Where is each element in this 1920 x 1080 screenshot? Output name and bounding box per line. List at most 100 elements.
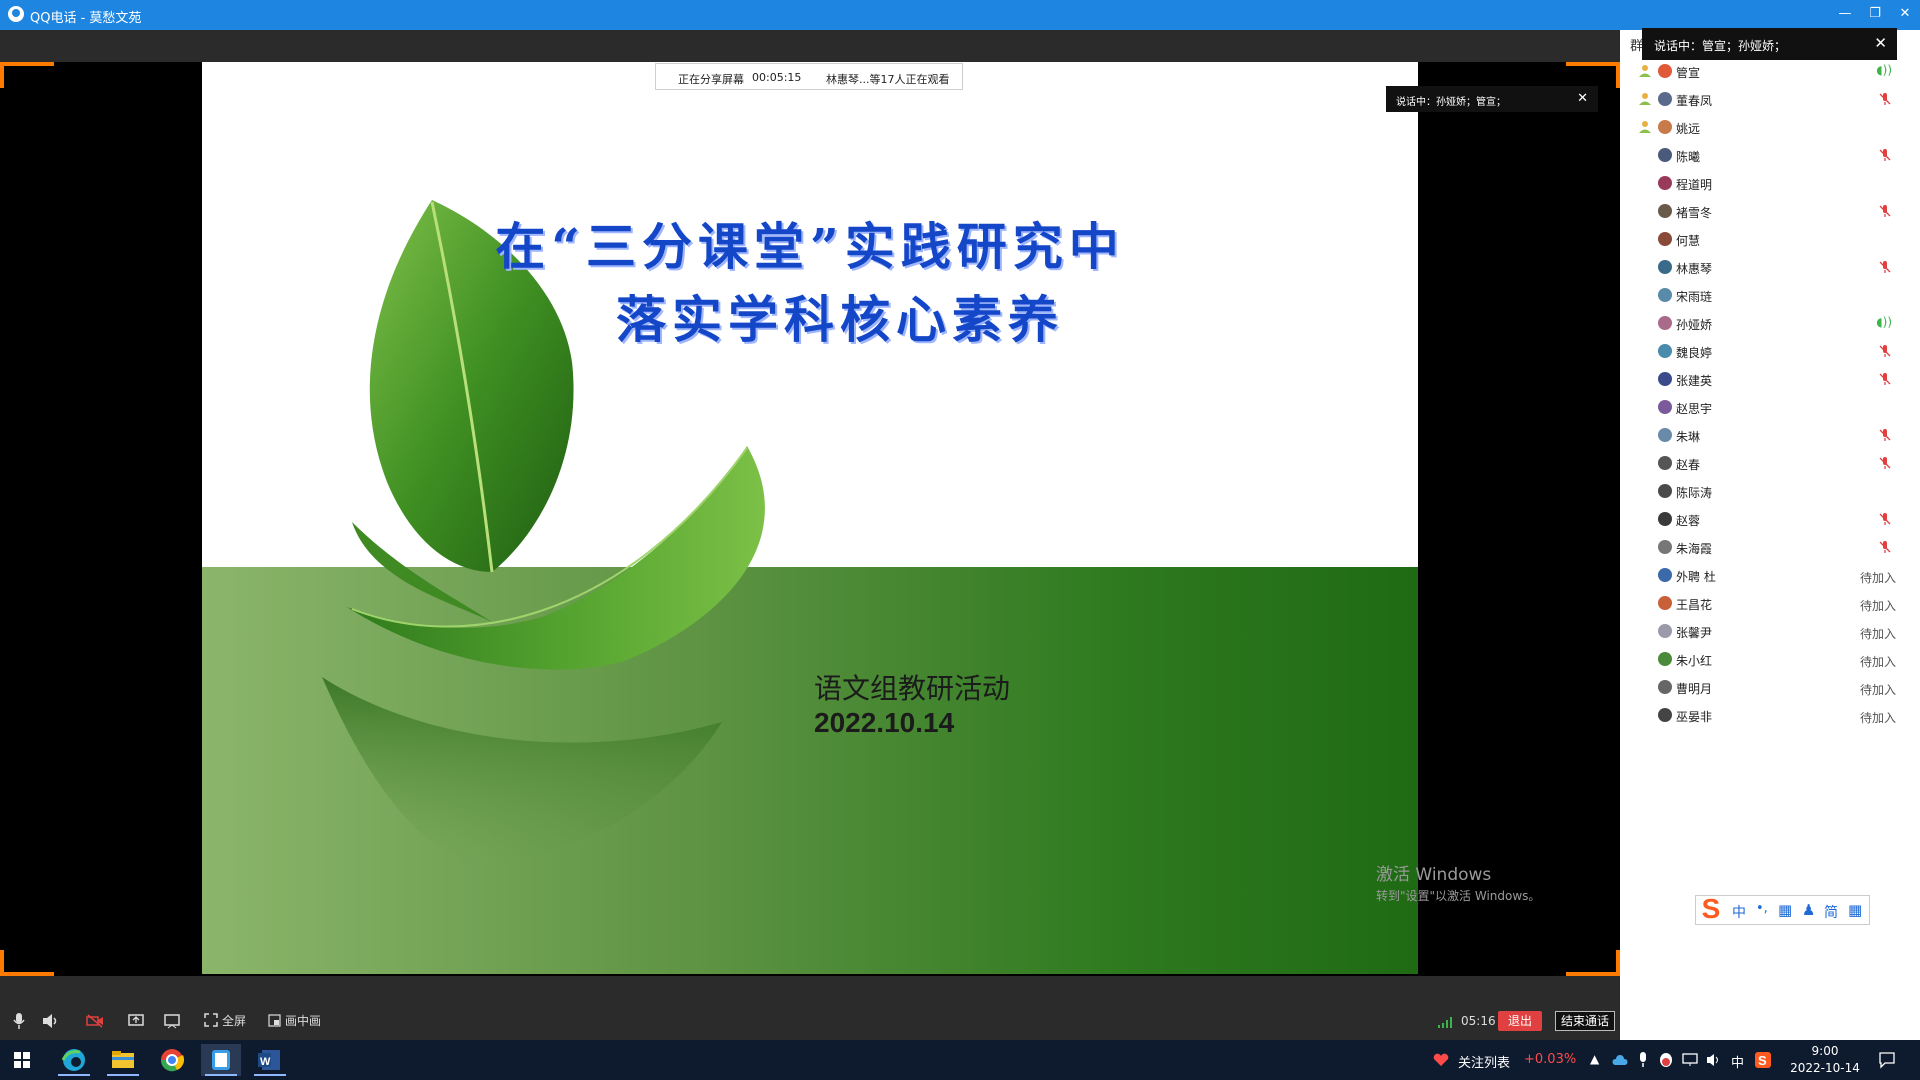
ime-skin-icon[interactable]: ♟: [1802, 901, 1815, 919]
member-row[interactable]: 陈际涛: [1620, 479, 1920, 505]
member-avatar: [1658, 540, 1672, 554]
ime-toolbar[interactable]: S 中 •, ▦ ♟ 简 ▦: [1695, 893, 1870, 925]
member-row[interactable]: 朱海霞: [1620, 535, 1920, 561]
member-row[interactable]: 朱琳: [1620, 423, 1920, 449]
member-row[interactable]: 巫晏非 待加入: [1620, 703, 1920, 729]
speaker-icon[interactable]: [42, 1013, 58, 1029]
exit-button[interactable]: 退出: [1498, 1011, 1543, 1031]
taskbar-word[interactable]: W: [250, 1044, 290, 1076]
member-avatar: [1658, 400, 1672, 414]
picture-in-picture-icon[interactable]: [268, 1014, 281, 1027]
member-row[interactable]: 程道明: [1620, 171, 1920, 197]
member-pending-status: 待加入: [1859, 655, 1896, 669]
speaking-tip-text: 说话中：管宣；孙娅娇；: [1654, 39, 1787, 53]
volume-icon[interactable]: [1706, 1053, 1722, 1067]
slide-subtitle: 语文组教研活动: [814, 672, 1011, 705]
member-row[interactable]: 董春凤: [1620, 87, 1920, 113]
windows-start-icon[interactable]: [14, 1052, 30, 1068]
member-row[interactable]: 魏良婷: [1620, 339, 1920, 365]
member-row[interactable]: 赵春: [1620, 451, 1920, 477]
member-avatar: [1658, 204, 1672, 218]
member-name: 管宣: [1676, 66, 1701, 80]
member-row[interactable]: 王昌花 待加入: [1620, 591, 1920, 617]
member-name: 王昌花: [1676, 598, 1713, 612]
end-call-button[interactable]: 结束通话: [1555, 1011, 1616, 1031]
ime-chinese-mode[interactable]: 中: [1732, 902, 1746, 922]
svg-text:W: W: [260, 1056, 271, 1068]
close-button[interactable]: ✕: [1894, 4, 1916, 24]
clock-date[interactable]: 2022-10-14: [1780, 1061, 1870, 1075]
member-avatar: [1658, 316, 1672, 330]
member-row[interactable]: 赵蓉: [1620, 507, 1920, 533]
member-name: 朱小红: [1676, 654, 1713, 668]
member-row[interactable]: 宋雨琏: [1620, 283, 1920, 309]
camera-off-icon[interactable]: [86, 1014, 104, 1028]
member-row[interactable]: 朱小红 待加入: [1620, 647, 1920, 673]
minimize-button[interactable]: —: [1834, 4, 1856, 24]
member-name: 宋雨琏: [1676, 290, 1713, 304]
tray-expand-icon[interactable]: ▲: [1590, 1052, 1599, 1066]
slide-title-line2: 落实学科核心素养: [616, 290, 1064, 349]
whiteboard-icon[interactable]: [164, 1013, 180, 1029]
member-avatar: [1658, 428, 1672, 442]
member-row[interactable]: 孙娅娇 ◖)): [1620, 311, 1920, 337]
sogou-tray-icon[interactable]: S: [1754, 1051, 1772, 1069]
member-avatar: [1658, 568, 1672, 582]
speaking-tip-close-icon[interactable]: ✕: [1874, 34, 1887, 52]
member-row[interactable]: 何慧: [1620, 227, 1920, 253]
fullscreen-label[interactable]: 全屏: [222, 1012, 246, 1030]
member-name: 外聘 杜: [1676, 570, 1716, 584]
member-row[interactable]: 姚远: [1620, 115, 1920, 141]
member-row[interactable]: 张馨尹 待加入: [1620, 619, 1920, 645]
clock-time[interactable]: 9:00: [1780, 1044, 1870, 1058]
tray-microphone-icon[interactable]: [1637, 1051, 1649, 1068]
speaking-popup: 说话中：孙娅娇；管宣； ✕: [1386, 86, 1598, 112]
member-row[interactable]: 陈曦: [1620, 143, 1920, 169]
stock-watchlist-label[interactable]: 关注列表: [1458, 1052, 1510, 1071]
mic-muted-icon: [1879, 93, 1891, 105]
qq-penguin-icon[interactable]: [1658, 1051, 1674, 1068]
mic-muted-icon: [1879, 261, 1891, 273]
taskbar-qq-call[interactable]: [201, 1044, 241, 1076]
top-toolbar-strip: [0, 30, 1620, 62]
tray-ime-mode[interactable]: 中: [1731, 1052, 1744, 1071]
onedrive-cloud-icon[interactable]: [1612, 1054, 1628, 1066]
ime-punctuation-icon[interactable]: •,: [1756, 901, 1768, 916]
sogou-logo-icon[interactable]: S: [1696, 893, 1726, 925]
windows-taskbar: W 关注列表 +0.03% ▲ 中 S 9:00 2022-10-14: [0, 1040, 1920, 1080]
screen-share-status: 正在分享屏幕 00:05:15 林惠琴...等17人正在观看: [655, 63, 963, 90]
member-row[interactable]: 管宣 ◖)): [1620, 59, 1920, 85]
taskbar-edge[interactable]: [54, 1044, 94, 1076]
member-avatar: [1658, 120, 1672, 134]
ime-keyboard-icon[interactable]: ▦: [1778, 901, 1792, 919]
member-avatar: [1658, 596, 1672, 610]
restore-button[interactable]: ❐: [1864, 4, 1886, 24]
taskbar-file-explorer[interactable]: [103, 1044, 143, 1076]
speaking-popup-close-icon[interactable]: ✕: [1577, 91, 1588, 106]
taskbar-chrome[interactable]: [152, 1044, 192, 1076]
member-name: 孙娅娇: [1676, 318, 1713, 332]
network-icon[interactable]: [1682, 1053, 1698, 1067]
frame-corner-top-right: [1566, 62, 1620, 88]
member-avatar: [1658, 344, 1672, 358]
ime-tools-icon[interactable]: ▦: [1848, 901, 1862, 919]
ime-simplified-mode[interactable]: 简: [1824, 902, 1838, 922]
member-row[interactable]: 褚雪冬: [1620, 199, 1920, 225]
member-avatar: [1658, 652, 1672, 666]
member-row[interactable]: 张建英: [1620, 367, 1920, 393]
member-name: 曹明月: [1676, 682, 1713, 696]
pip-label[interactable]: 画中画: [285, 1012, 321, 1030]
speaking-indicator-icon: ◖)): [1876, 63, 1892, 77]
mic-muted-icon: [1879, 345, 1891, 357]
notification-center-icon[interactable]: [1878, 1051, 1896, 1069]
member-avatar: [1658, 512, 1672, 526]
screen-share-icon[interactable]: [128, 1013, 144, 1029]
microphone-icon[interactable]: [12, 1012, 26, 1030]
fullscreen-icon[interactable]: [204, 1013, 218, 1027]
member-row[interactable]: 曹明月 待加入: [1620, 675, 1920, 701]
member-row[interactable]: 赵思宇: [1620, 395, 1920, 421]
member-row[interactable]: 林惠琴: [1620, 255, 1920, 281]
member-row[interactable]: 外聘 杜 待加入: [1620, 563, 1920, 589]
member-avatar: [1658, 232, 1672, 246]
mic-muted-icon: [1879, 149, 1891, 161]
